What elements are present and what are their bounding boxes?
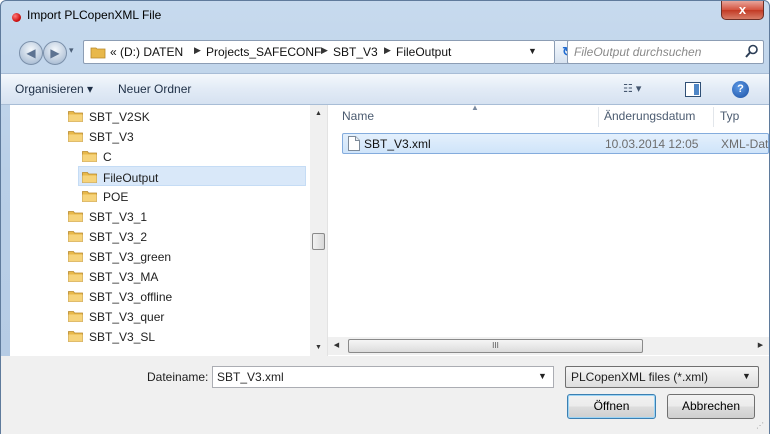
tree-item-label: SBT_V3_green (89, 249, 172, 264)
preview-pane-icon[interactable] (685, 82, 701, 97)
tree-item[interactable]: SBT_V3_SL (68, 326, 155, 346)
search-input[interactable]: FileOutput durchsuchen (567, 40, 764, 64)
folder-icon (82, 171, 97, 183)
column-header-date[interactable]: Änderungsdatum (604, 105, 695, 127)
folder-icon (68, 110, 83, 122)
file-type-select[interactable]: PLCopenXML files (*.xml) ▼ (565, 366, 759, 388)
filename-input[interactable]: SBT_V3.xml ▼ (212, 366, 554, 388)
breadcrumb-separator-icon[interactable]: ▶ (384, 45, 391, 56)
tree-item[interactable]: SBT_V3_2 (68, 226, 147, 246)
cancel-button[interactable]: Abbrechen (667, 394, 755, 419)
forward-button[interactable]: ▶ (43, 41, 67, 65)
resize-grip-icon[interactable]: ⋰ (756, 421, 766, 431)
address-bar[interactable]: « (D:) DATEN ▶ Projects_SAFECONF ▶ SBT_V… (83, 40, 555, 64)
filename-value: SBT_V3.xml (217, 370, 284, 384)
file-type: XML-Dat (721, 137, 769, 151)
close-button[interactable]: x (721, 1, 764, 20)
new-folder-button[interactable]: Neuer Ordner (118, 82, 191, 96)
tree-item[interactable]: SBT_V3_MA (68, 266, 158, 286)
column-header-name[interactable]: Name (342, 105, 374, 127)
tree-item[interactable]: FileOutput (78, 166, 306, 186)
scrollbar-thumb[interactable] (312, 233, 325, 250)
organize-menu-button[interactable]: Organisieren ▾ (15, 82, 93, 96)
tree-item-label: SBT_V3_quer (89, 309, 165, 324)
file-name: SBT_V3.xml (364, 137, 431, 151)
history-dropdown-icon[interactable]: ▾ (69, 45, 74, 56)
scroll-down-icon[interactable]: ▼ (310, 339, 327, 356)
scroll-up-icon[interactable]: ▲ (310, 105, 327, 122)
folder-icon (82, 190, 97, 202)
open-button[interactable]: Öffnen (567, 394, 656, 419)
breadcrumb-separator-icon[interactable]: ▶ (321, 45, 328, 56)
tree-item[interactable]: SBT_V3_1 (68, 206, 147, 226)
file-row[interactable]: SBT_V3.xml 10.03.2014 12:05 XML-Dat (342, 133, 769, 154)
breadcrumb-sbt-v3[interactable]: SBT_V3 (333, 45, 378, 59)
folder-icon (68, 270, 83, 282)
scrollbar-thumb[interactable]: III (348, 339, 643, 353)
tree-vertical-scrollbar[interactable]: ▲ ▼ (310, 105, 327, 356)
search-placeholder: FileOutput durchsuchen (574, 45, 702, 59)
tree-item[interactable]: C (82, 146, 112, 166)
folder-icon (68, 290, 83, 302)
tree-item[interactable]: SBT_V3_offline (68, 286, 172, 306)
filename-label: Dateiname: (147, 370, 209, 384)
column-header-type[interactable]: Typ (720, 105, 739, 127)
dialog-footer: Dateiname: SBT_V3.xml ▼ PLCopenXML files… (1, 356, 769, 434)
breadcrumb-projects[interactable]: Projects_SAFECONF (206, 45, 321, 59)
scroll-left-icon[interactable]: ◀ (328, 337, 345, 355)
tree-item-label: SBT_V3_MA (89, 269, 159, 284)
folder-icon (68, 230, 83, 242)
folder-icon (68, 210, 83, 222)
filename-dropdown-icon[interactable]: ▼ (538, 371, 547, 381)
folder-icon (68, 310, 83, 322)
tree-item[interactable]: SBT_V3_green (68, 246, 171, 266)
window-title: Import PLCopenXML File (27, 8, 162, 22)
tree-item[interactable]: SBT_V3 (68, 126, 134, 146)
dialog-window: Import PLCopenXML File x ◀ ▶ ▾ « (D:) DA… (0, 0, 770, 434)
folder-icon (68, 130, 83, 142)
tree-item-label: SBT_V3_2 (89, 229, 148, 244)
breadcrumb-separator-icon[interactable]: ▶ (194, 45, 201, 56)
tree-item-label: POE (103, 189, 129, 204)
content-area: SBT_V2SK SBT_V3 C FileOutput POE SBT_V3_1 SBT_… (10, 103, 769, 356)
breadcrumb-drive[interactable]: « (D:) DATEN (110, 45, 183, 59)
column-divider[interactable] (598, 107, 599, 127)
file-date: 10.03.2014 12:05 (605, 137, 699, 151)
tree-item[interactable]: SBT_V3_quer (68, 306, 164, 326)
xml-file-icon (348, 136, 360, 151)
breadcrumb-fileoutput[interactable]: FileOutput (396, 45, 451, 59)
search-icon[interactable] (745, 44, 759, 59)
address-dropdown-icon[interactable]: ▼ (528, 46, 537, 56)
scroll-right-icon[interactable]: ▶ (752, 337, 769, 355)
tree-item-label: SBT_V3_SL (89, 329, 156, 344)
folder-icon (68, 250, 83, 262)
help-icon[interactable]: ? (732, 81, 749, 98)
back-button[interactable]: ◀ (19, 41, 43, 65)
view-options-icon[interactable]: ☷ ▾ (623, 82, 641, 95)
tree-item-label: SBT_V3_offline (89, 289, 173, 304)
navigation-bar: ◀ ▶ ▾ « (D:) DATEN ▶ Projects_SAFECONF ▶… (1, 31, 769, 71)
file-type-value: PLCopenXML files (*.xml) (571, 370, 708, 384)
title-bar[interactable]: Import PLCopenXML File x (1, 1, 769, 31)
tree-item-label: SBT_V3_1 (89, 209, 148, 224)
tree-item-label: SBT_V2SK (89, 109, 150, 124)
folder-icon (68, 330, 83, 342)
folder-icon (90, 47, 106, 59)
tree-item-label: SBT_V3 (89, 129, 134, 144)
folder-tree[interactable]: SBT_V2SK SBT_V3 C FileOutput POE SBT_V3_1 SBT_… (10, 105, 328, 356)
app-icon (12, 13, 21, 22)
folder-icon (82, 150, 97, 162)
tree-item[interactable]: SBT_V2SK (68, 106, 150, 126)
column-divider[interactable] (713, 107, 714, 127)
command-toolbar: Organisieren ▾ Neuer Ordner ☷ ▾ ? (1, 73, 769, 105)
tree-item-label: FileOutput (103, 170, 159, 185)
file-list[interactable]: Name ▲ Änderungsdatum Typ SBT_V3.xml 10.… (328, 103, 769, 356)
sort-ascending-icon: ▲ (471, 103, 479, 112)
tree-item[interactable]: POE (82, 186, 128, 206)
file-list-horizontal-scrollbar[interactable]: ◀ III ▶ (328, 337, 769, 355)
tree-item-label: C (103, 149, 112, 164)
file-type-dropdown-icon[interactable]: ▼ (742, 371, 751, 381)
